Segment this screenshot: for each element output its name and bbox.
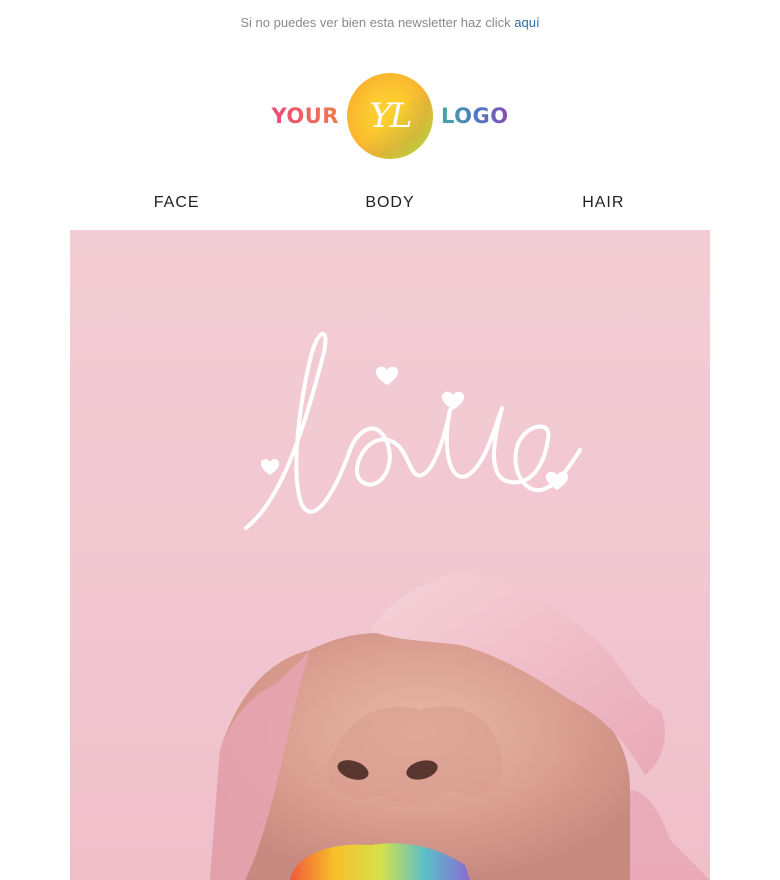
logo-right-word: LOGO — [440, 104, 509, 128]
logo-left-word: YOUR — [271, 104, 339, 128]
nav-item-body[interactable]: BODY — [283, 186, 496, 220]
brand-logo[interactable]: YOUR YL LOGO — [0, 72, 780, 160]
view-online-link[interactable]: aquí — [514, 15, 539, 30]
love-lettering — [244, 331, 582, 530]
preheader-text: Si no puedes ver bien esta newsletter ha… — [240, 15, 511, 30]
hero-illustration — [210, 331, 710, 880]
hero-image[interactable] — [70, 230, 710, 880]
nav-item-hair[interactable]: HAIR — [497, 186, 710, 220]
preheader: Si no puedes ver bien esta newsletter ha… — [0, 15, 780, 30]
nav-item-face[interactable]: FACE — [70, 186, 283, 220]
logo-monogram: YL — [369, 96, 412, 136]
logo-emblem-icon: YL — [346, 73, 433, 159]
main-nav: FACE BODY HAIR — [70, 186, 710, 220]
